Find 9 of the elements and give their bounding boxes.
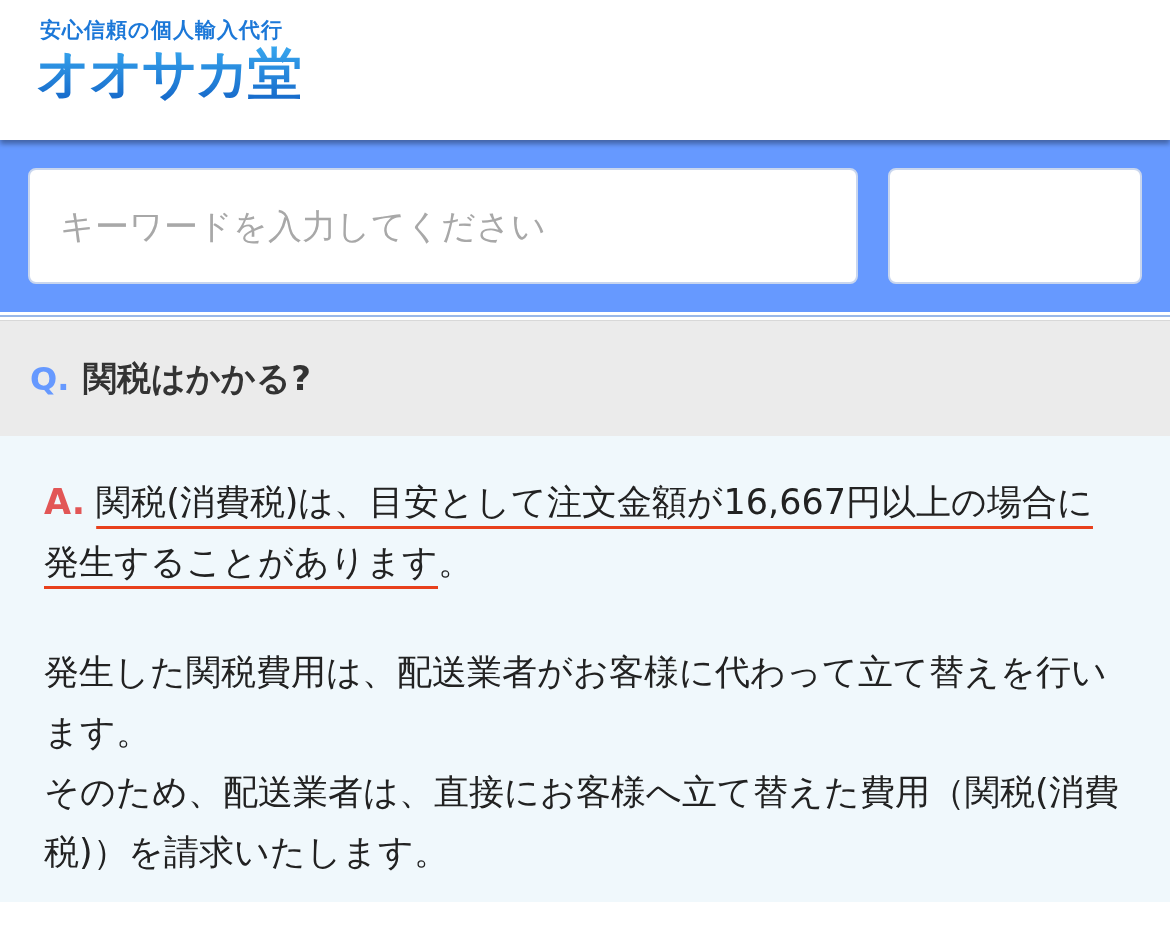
site-tagline: 安心信頼の個人輸入代行 <box>40 17 283 44</box>
search-button[interactable] <box>888 168 1142 284</box>
question-text: 関税はかかる? <box>83 356 312 400</box>
answer-paragraph: 発生した関税費用は、配送業者がお客様に代わって立て替えを行います。 <box>44 651 1108 754</box>
question-mark: Q. <box>30 359 70 398</box>
search-field[interactable]: キーワードを入力してください <box>28 168 858 284</box>
site-logo[interactable]: オオサカ堂 <box>36 44 300 104</box>
answer-text: A. 関税(消費税)は、目安として注文金額が16,667円以上の場合に発生することがあります。 <box>44 481 1094 584</box>
answer-paragraph: そのため、配送業者は、直接にお客様へ立て替えた費用（関税(消費税)）を請求いたします。 <box>44 771 1120 874</box>
